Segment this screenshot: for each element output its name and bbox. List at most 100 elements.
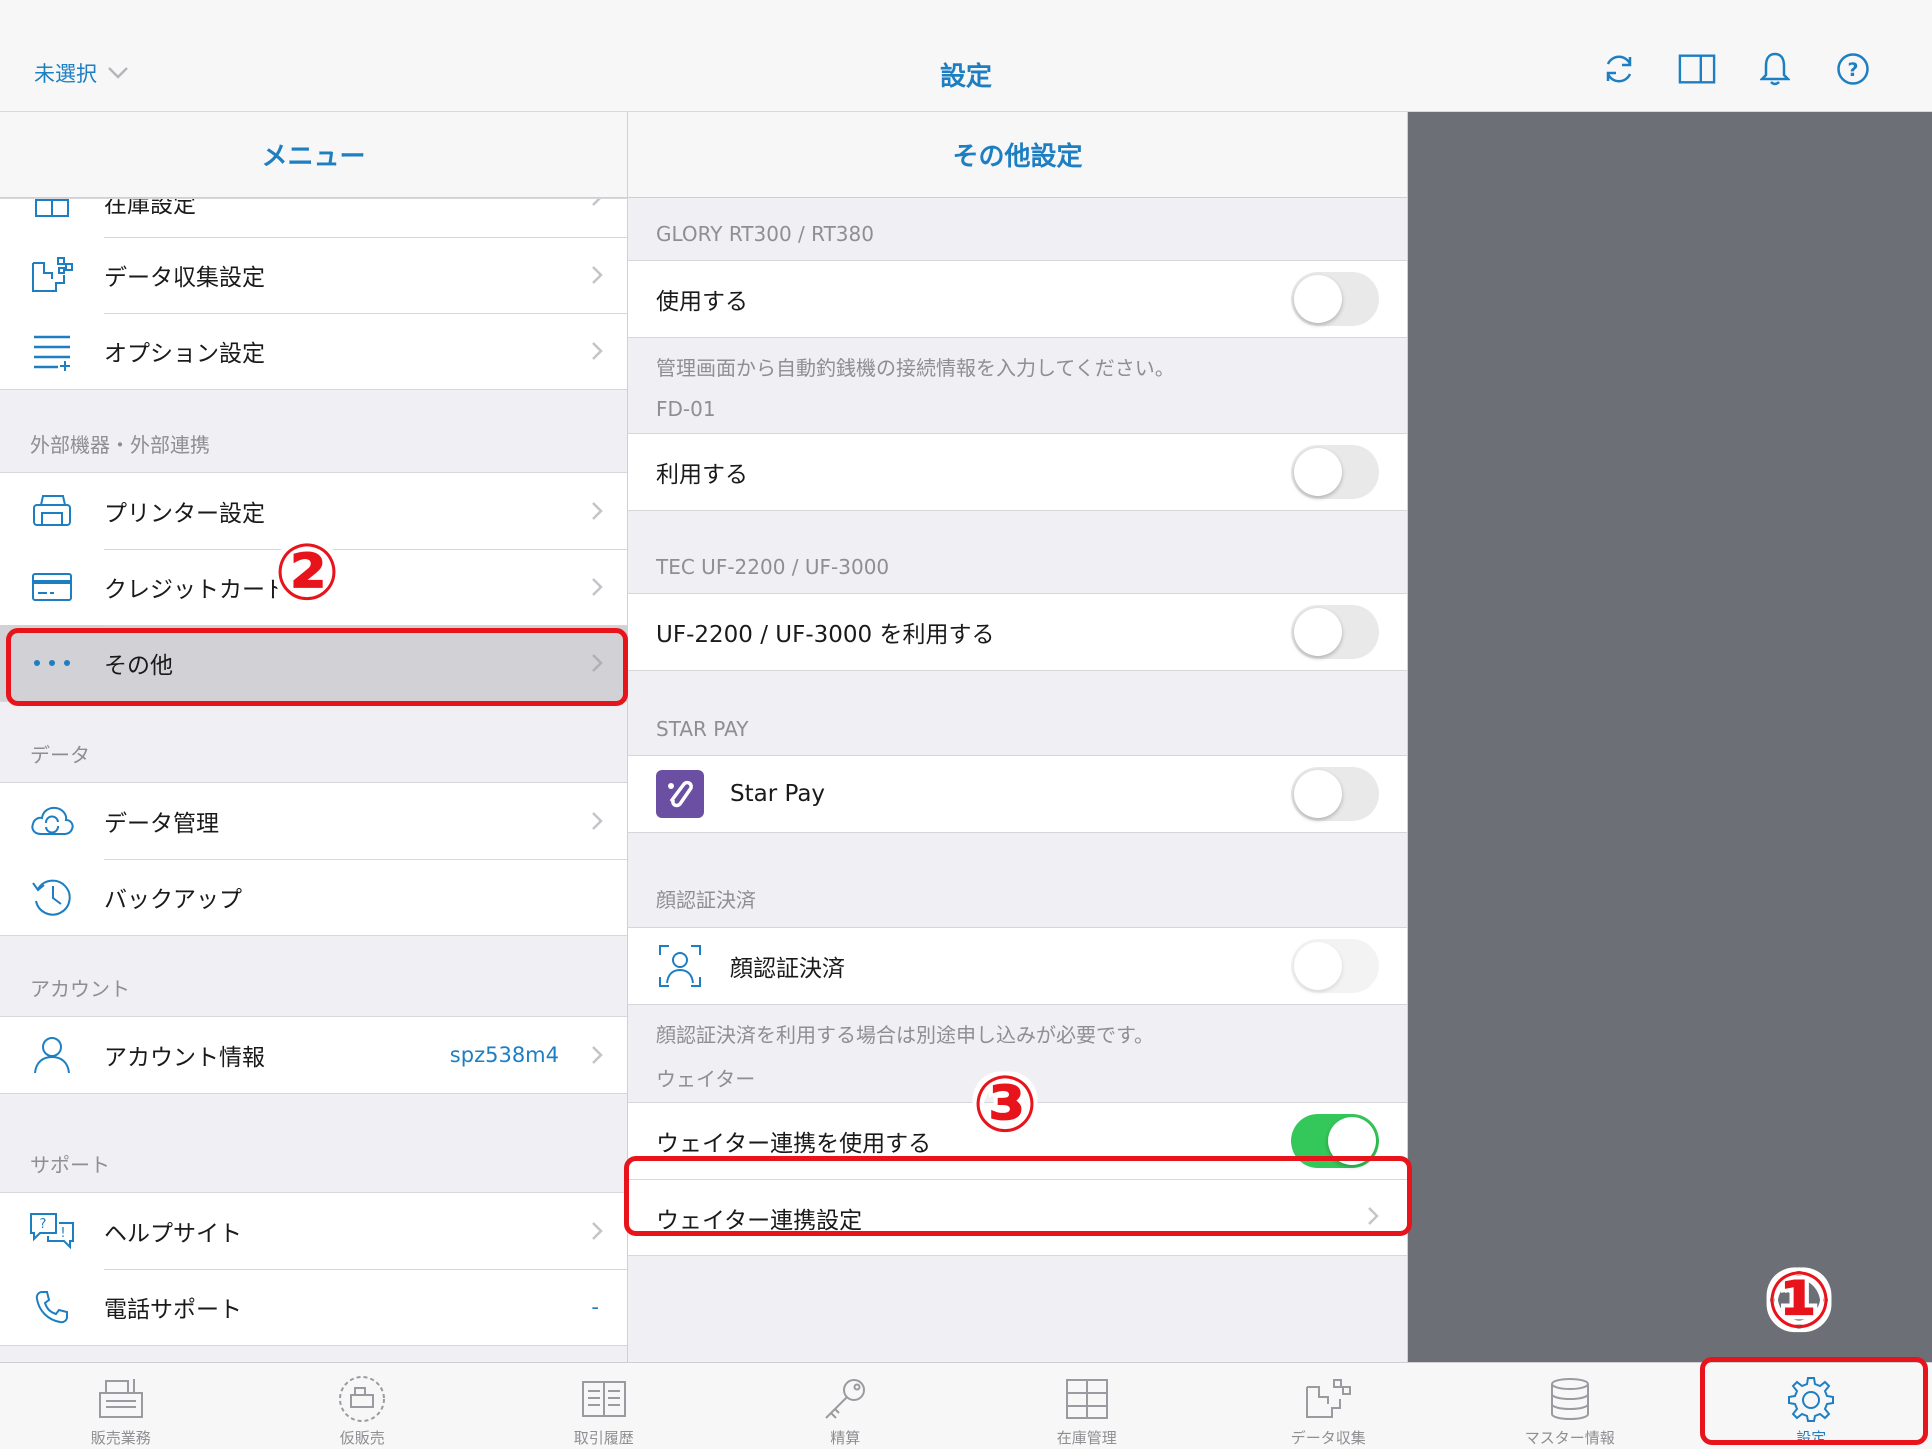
menu-item-option-settings[interactable]: オプション設定 bbox=[0, 313, 627, 389]
tab-temp-sales[interactable]: 仮販売 bbox=[242, 1363, 484, 1449]
chevron-right-icon bbox=[577, 577, 617, 597]
temp-sale-icon bbox=[336, 1375, 388, 1423]
detail-header: その他設定 bbox=[628, 112, 1407, 198]
tab-settlement[interactable]: 精算 bbox=[725, 1363, 967, 1449]
split-view-icon[interactable] bbox=[1678, 50, 1716, 88]
chevron-right-icon bbox=[577, 341, 617, 361]
tab-sales[interactable]: 販売業務 bbox=[0, 1363, 242, 1449]
face-toggle[interactable] bbox=[1291, 939, 1379, 993]
menu-item-label: データ管理 bbox=[104, 811, 219, 837]
inventory-icon bbox=[1061, 1375, 1113, 1423]
svg-text:!: ! bbox=[60, 1226, 65, 1241]
printer-icon bbox=[0, 493, 104, 529]
detail-column: その他設定 GLORY RT300 / RT380 使用する 管理画面から自動釣… bbox=[628, 112, 1408, 1362]
face-note: 顔認証決済を利用する場合は別途申し込みが必要です。 bbox=[656, 1023, 1154, 1047]
tab-label: 取引履歴 bbox=[573, 1429, 634, 1447]
menu-item-label: データ収集設定 bbox=[104, 265, 265, 291]
menu-item-help-site[interactable]: ?! ヘルプサイト bbox=[0, 1193, 627, 1269]
menu-item-backup[interactable]: バックアップ bbox=[0, 859, 627, 935]
credit-card-icon bbox=[0, 572, 104, 602]
section-title-support: サポート bbox=[30, 1153, 110, 1177]
section-title-glory: GLORY RT300 / RT380 bbox=[656, 222, 874, 246]
backup-icon bbox=[0, 875, 104, 919]
data-collect-icon bbox=[1302, 1375, 1354, 1423]
tab-label: データ収集 bbox=[1290, 1429, 1366, 1447]
fd01-label: 利用する bbox=[656, 462, 748, 488]
menu-item-label: アカウント情報 bbox=[104, 1045, 265, 1071]
glory-toggle[interactable] bbox=[1291, 272, 1379, 326]
bell-icon[interactable] bbox=[1756, 50, 1794, 88]
top-bar: 未選択 設定 ? bbox=[0, 0, 1932, 112]
menu-item-data-collection-settings[interactable]: データ収集設定 bbox=[0, 237, 627, 313]
menu-item-label: 電話サポート bbox=[104, 1297, 242, 1323]
glory-label: 使用する bbox=[656, 289, 748, 315]
tab-inventory[interactable]: 在庫管理 bbox=[966, 1363, 1208, 1449]
chevron-right-icon bbox=[577, 199, 617, 207]
section-title-data: データ bbox=[30, 743, 90, 767]
menu-item-phone-support[interactable]: 電話サポート - bbox=[0, 1269, 627, 1345]
annotation-three: ③ bbox=[972, 1060, 1039, 1150]
chevron-right-icon bbox=[577, 811, 617, 831]
gear-icon bbox=[1785, 1375, 1837, 1423]
starpay-toggle[interactable] bbox=[1291, 767, 1379, 821]
face-label: 顔認証決済 bbox=[730, 956, 845, 982]
menu-item-label: ヘルプサイト bbox=[104, 1221, 242, 1247]
tab-label: マスター情報 bbox=[1524, 1429, 1615, 1447]
tab-history[interactable]: 取引履歴 bbox=[483, 1363, 725, 1449]
face-scan-icon bbox=[656, 942, 704, 990]
waiter-settings-row[interactable]: ウェイター連携設定 bbox=[628, 1179, 1407, 1255]
database-icon bbox=[1544, 1375, 1596, 1423]
tab-label: 仮販売 bbox=[339, 1429, 385, 1447]
options-icon bbox=[0, 331, 104, 371]
chevron-right-icon bbox=[577, 653, 617, 673]
menu-item-other[interactable]: その他 bbox=[0, 625, 627, 701]
cloud-sync-icon bbox=[0, 804, 104, 838]
waiter-toggle[interactable] bbox=[1291, 1114, 1379, 1168]
starpay-row: Star Pay bbox=[628, 756, 1407, 832]
starpay-logo-icon bbox=[656, 770, 704, 818]
menu-item-label: オプション設定 bbox=[104, 341, 265, 367]
menu-column: メニュー 在庫設定 データ収集設定 オプション設定 外部機器・外部連携 プリンタ… bbox=[0, 112, 628, 1362]
help-chat-icon: ?! bbox=[0, 1211, 104, 1251]
chevron-right-icon bbox=[1367, 1206, 1379, 1230]
fd01-toggle[interactable] bbox=[1291, 445, 1379, 499]
key-icon bbox=[819, 1375, 871, 1423]
tab-data-collection[interactable]: データ収集 bbox=[1208, 1363, 1450, 1449]
tab-settings[interactable]: 設定 bbox=[1691, 1363, 1932, 1449]
menu-item-inventory-settings[interactable]: 在庫設定 bbox=[0, 199, 627, 237]
starpay-label: Star Pay bbox=[730, 781, 826, 807]
more-icon bbox=[0, 659, 104, 667]
register-icon bbox=[95, 1375, 147, 1423]
glory-note: 管理画面から自動釣銭機の接続情報を入力してください。 bbox=[656, 356, 1175, 380]
tec-row: UF-2200 / UF-3000 を利用する bbox=[628, 594, 1407, 670]
waiter-settings-label: ウェイター連携設定 bbox=[656, 1207, 863, 1234]
refresh-icon[interactable] bbox=[1600, 50, 1638, 88]
tab-label: 設定 bbox=[1796, 1429, 1827, 1447]
phone-icon bbox=[0, 1289, 104, 1325]
section-title-external: 外部機器・外部連携 bbox=[30, 433, 210, 457]
chevron-right-icon bbox=[577, 1221, 617, 1241]
tec-toggle[interactable] bbox=[1291, 605, 1379, 659]
menu-item-account-info[interactable]: アカウント情報 spz538m4 bbox=[0, 1017, 627, 1093]
section-title-starpay: STAR PAY bbox=[656, 717, 749, 741]
account-id: spz538m4 bbox=[449, 1043, 559, 1067]
section-title-tec: TEC UF-2200 / UF-3000 bbox=[656, 555, 890, 579]
annotation-one: ① bbox=[1766, 1256, 1833, 1346]
tab-label: 販売業務 bbox=[90, 1429, 151, 1447]
help-icon[interactable]: ? bbox=[1834, 50, 1872, 88]
menu-item-label: 在庫設定 bbox=[104, 199, 196, 218]
annotation-two: ② bbox=[274, 528, 341, 618]
empty-detail-area bbox=[1408, 112, 1932, 1362]
menu-item-data-management[interactable]: データ管理 bbox=[0, 783, 627, 859]
chevron-right-icon bbox=[577, 1045, 617, 1065]
menu-header: メニュー bbox=[0, 112, 627, 198]
svg-text:?: ? bbox=[40, 1217, 47, 1232]
history-icon bbox=[578, 1375, 630, 1423]
tab-label: 精算 bbox=[830, 1429, 861, 1447]
menu-item-label: バックアップ bbox=[104, 887, 242, 913]
data-collect-icon bbox=[0, 255, 104, 295]
section-title-account: アカウント bbox=[30, 977, 130, 1001]
chevron-right-icon bbox=[577, 265, 617, 285]
fd01-row: 利用する bbox=[628, 434, 1407, 510]
tab-master-info[interactable]: マスター情報 bbox=[1449, 1363, 1691, 1449]
